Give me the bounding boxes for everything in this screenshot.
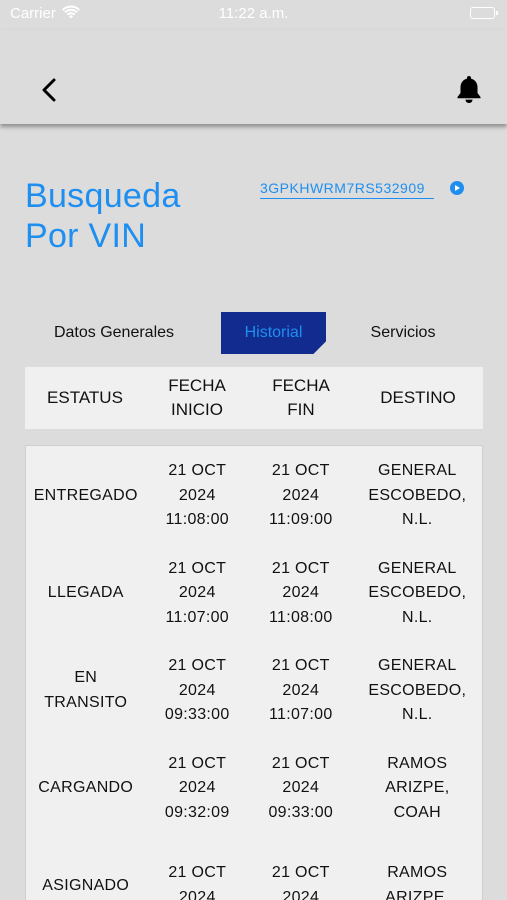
tab-servicios[interactable]: Servicios bbox=[356, 312, 450, 354]
cell-estatus: ASIGNADO bbox=[42, 876, 130, 894]
battery-icon bbox=[470, 7, 498, 19]
cell-fecha-inicio: 21 OCT 2024 11:08:00 bbox=[165, 462, 229, 528]
column-header-estatus: ESTATUS bbox=[47, 388, 123, 407]
column-header-destino: DESTINO bbox=[380, 388, 456, 407]
cell-fecha-inicio: 21 OCT 2024 09:33:00 bbox=[164, 657, 230, 723]
bell-icon[interactable] bbox=[455, 74, 483, 104]
cell-fecha-fin: 21 OCT 2024 09:33:00 bbox=[268, 754, 334, 821]
cell-estatus: LLEGADA bbox=[47, 584, 124, 601]
page-title: Busqueda Por VIN bbox=[25, 176, 225, 256]
table-header: ESTATUS FECHA INICIO FECHA FIN DESTINO bbox=[25, 367, 483, 429]
cell-fecha-fin: 21 OCT 2024 11:08:00 bbox=[269, 559, 333, 626]
column-header-fecha-inicio: FECHA INICIO bbox=[168, 376, 226, 419]
page-title-line1: Busqueda bbox=[25, 177, 181, 215]
cell-fecha-fin: 21 OCT 2024 11:09:00 bbox=[269, 462, 333, 528]
column-header-fecha-fin: FECHA FIN bbox=[272, 376, 330, 419]
play-circle-icon[interactable] bbox=[450, 181, 464, 195]
status-time: 11:22 a.m. bbox=[218, 5, 289, 22]
cell-destino: GENERAL ESCOBEDO, N.L. bbox=[368, 559, 467, 626]
vin-input[interactable]: 3GPKHWRM7RS532909 bbox=[260, 180, 434, 199]
table-row: EN TRANSITO 21 OCT 2024 09:33:00 21 OCT … bbox=[26, 641, 482, 739]
tab-bar: Datos Generales Historial Servicios bbox=[0, 312, 507, 354]
cell-fecha-fin: 21 OCT 2024 11:07:00 bbox=[269, 657, 333, 723]
tab-datos-generales[interactable]: Datos Generales bbox=[40, 312, 188, 354]
cell-fecha-inicio: 21 OCT 2024 11:07:00 bbox=[165, 559, 229, 626]
cell-estatus: CARGANDO bbox=[38, 779, 134, 796]
cell-destino: GENERAL ESCOBEDO, N.L. bbox=[368, 657, 467, 723]
cell-estatus: EN TRANSITO bbox=[44, 669, 128, 711]
vin-search: 3GPKHWRM7RS532909 bbox=[260, 180, 470, 204]
status-bar: Carrier 11:22 a.m. bbox=[0, 0, 507, 30]
table-row: ASIGNADO 21 OCT 2024 21 OCT 2024 RAMOS A… bbox=[26, 836, 482, 900]
cell-destino: RAMOS ARIZPE, bbox=[385, 864, 450, 900]
cell-destino: RAMOS ARIZPE, COAH bbox=[385, 754, 450, 821]
table-row: LLEGADA 21 OCT 2024 11:07:00 21 OCT 2024… bbox=[26, 544, 482, 642]
cell-fecha-fin: 21 OCT 2024 bbox=[271, 864, 330, 900]
chevron-left-icon[interactable] bbox=[38, 76, 62, 104]
tab-historial[interactable]: Historial bbox=[221, 312, 326, 354]
cell-fecha-inicio: 21 OCT 2024 09:32:09 bbox=[164, 754, 230, 821]
page-title-line2: Por VIN bbox=[25, 217, 147, 255]
table-row: CARGANDO 21 OCT 2024 09:32:09 21 OCT 202… bbox=[26, 739, 482, 837]
cell-estatus: ENTREGADO bbox=[33, 486, 138, 504]
history-table-body[interactable]: ENTREGADO 21 OCT 2024 11:08:00 21 OCT 20… bbox=[25, 445, 483, 900]
table-row: ENTREGADO 21 OCT 2024 11:08:00 21 OCT 20… bbox=[26, 446, 482, 544]
cell-destino: GENERAL ESCOBEDO, N.L. bbox=[368, 462, 467, 528]
cell-fecha-inicio: 21 OCT 2024 bbox=[168, 864, 227, 900]
nav-bar bbox=[0, 30, 507, 124]
